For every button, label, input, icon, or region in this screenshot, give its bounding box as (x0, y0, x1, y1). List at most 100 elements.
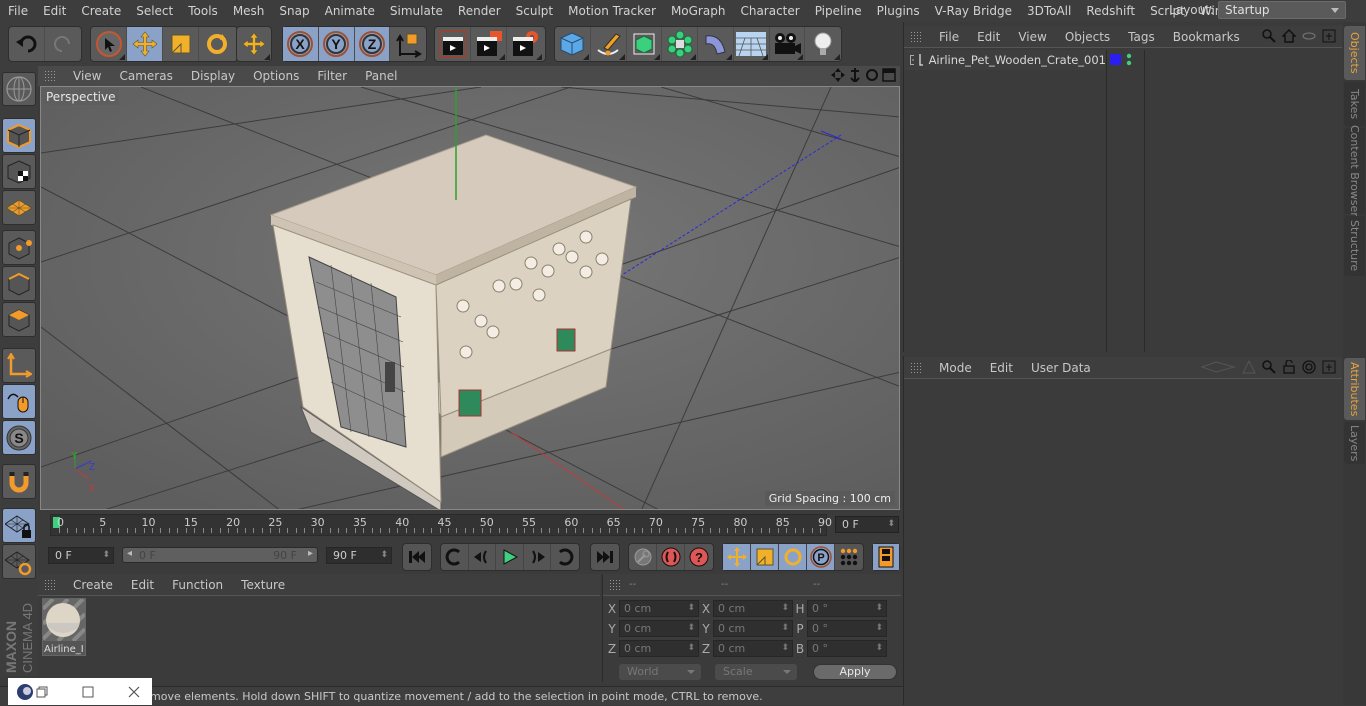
range-right-arrow-icon[interactable]: ▸ (308, 548, 313, 559)
object-row[interactable]: 0 Airline_Pet_Wooden_Crate_001 (904, 50, 1106, 70)
rotate-tool-button[interactable] (199, 27, 235, 61)
coordinate-mode-dropdown[interactable]: World (619, 664, 701, 680)
expand-icon[interactable] (910, 55, 914, 65)
menu-mesh[interactable]: Mesh (225, 4, 272, 18)
back-forward-icon[interactable] (1200, 360, 1236, 374)
pan-view-icon[interactable] (831, 68, 845, 82)
panel-grip-icon[interactable] (609, 578, 621, 591)
menu-create[interactable]: Create (73, 4, 128, 18)
next-keyframe-button[interactable] (551, 544, 579, 570)
tab-attributes[interactable]: Attributes (1344, 358, 1365, 420)
apply-button[interactable]: Apply (813, 664, 897, 680)
live-selection-button[interactable] (91, 27, 127, 61)
menu-pipeline[interactable]: Pipeline (807, 4, 869, 18)
search-icon[interactable] (1262, 360, 1276, 374)
snapping-button[interactable] (2, 464, 36, 499)
start-frame-field[interactable]: 0 F (48, 547, 114, 564)
axis-mode-button[interactable] (2, 348, 36, 383)
up-arrow-icon[interactable] (1242, 360, 1256, 374)
restore-icon[interactable] (36, 686, 48, 698)
menu-tools[interactable]: Tools (180, 4, 225, 18)
coordinate-system-button[interactable] (390, 27, 426, 61)
tab-layers[interactable]: Layers (1344, 422, 1365, 464)
new-panel-icon[interactable] (1322, 360, 1336, 374)
bend-deformer-button[interactable] (698, 27, 734, 61)
menu-render[interactable]: Render (450, 4, 508, 18)
lock-icon[interactable] (1282, 360, 1296, 374)
undo-button[interactable] (9, 27, 45, 61)
menu-snap[interactable]: Snap (271, 4, 316, 18)
menu-3dtoall[interactable]: 3DToAll (1019, 4, 1078, 18)
menu-simulate[interactable]: Simulate (382, 4, 450, 18)
target-icon[interactable] (1302, 360, 1316, 374)
workplane-lock-button[interactable] (2, 508, 36, 543)
key-pla-button[interactable] (835, 544, 863, 570)
pos-y-field[interactable]: 0 cm (619, 620, 699, 637)
texture-mode-button[interactable] (2, 154, 36, 189)
panel-grip-icon[interactable] (910, 30, 922, 43)
search-icon[interactable] (1262, 29, 1276, 43)
frame-range-slider[interactable]: ◂ 0 F 90 F ▸ (122, 547, 318, 563)
link-icon[interactable] (1302, 29, 1316, 43)
timeline-window-button[interactable] (873, 544, 899, 570)
viewport-menu-view[interactable]: View (64, 69, 110, 83)
menu-motion-tracker[interactable]: Motion Tracker (560, 4, 663, 18)
rot-b-field[interactable]: 0 ° (807, 640, 887, 657)
key-scale-button[interactable] (751, 544, 779, 570)
x-axis-lock-button[interactable]: X (283, 27, 319, 61)
panel-grip-icon[interactable] (910, 361, 922, 374)
zoom-view-icon[interactable] (848, 68, 862, 82)
light-button[interactable] (805, 27, 841, 61)
end-frame-field[interactable]: 90 F (326, 547, 392, 564)
workplane-mode-button[interactable] (2, 190, 36, 225)
objects-menu-tags[interactable]: Tags (1119, 30, 1164, 44)
floor-button[interactable] (734, 27, 770, 61)
recent-tool-button[interactable] (237, 27, 271, 61)
viewport-menu-panel[interactable]: Panel (356, 69, 406, 83)
material-swatch[interactable]: Airline_I (41, 597, 87, 656)
edges-mode-button[interactable] (2, 266, 36, 301)
layer-color-swatch[interactable] (1110, 54, 1121, 65)
material-menu-edit[interactable]: Edit (122, 578, 163, 592)
new-panel-icon[interactable] (1322, 29, 1336, 43)
cube-button[interactable] (555, 27, 591, 61)
menu-animate[interactable]: Animate (317, 4, 382, 18)
solo-mode-button[interactable]: S (2, 420, 36, 455)
attribute-menu-edit[interactable]: Edit (981, 361, 1022, 375)
render-settings-button[interactable] (507, 27, 543, 61)
object-name[interactable]: Airline_Pet_Wooden_Crate_001 (929, 53, 1106, 67)
model-mode-button[interactable] (2, 118, 36, 153)
tab-takes[interactable]: Takes (1344, 82, 1365, 126)
viewport-menu-options[interactable]: Options (244, 69, 308, 83)
go-to-start-button[interactable] (403, 544, 431, 570)
home-icon[interactable] (1282, 29, 1296, 43)
menu-redshift[interactable]: Redshift (1078, 4, 1142, 18)
y-axis-lock-button[interactable]: Y (318, 27, 355, 61)
next-frame-button[interactable] (524, 544, 552, 570)
layout-dropdown[interactable]: Startup (1218, 1, 1346, 19)
key-rotation-button[interactable] (779, 544, 807, 570)
rot-p-field[interactable]: 0 ° (807, 620, 887, 637)
key-parameter-button[interactable]: P (807, 544, 835, 570)
objects-menu-view[interactable]: View (1009, 30, 1055, 44)
play-button[interactable] (496, 544, 524, 570)
viewport-menu-filter[interactable]: Filter (308, 69, 356, 83)
pos-z-field[interactable]: 0 cm (619, 640, 699, 657)
z-axis-lock-button[interactable]: Z (354, 27, 391, 61)
previous-keyframe-button[interactable] (441, 544, 469, 570)
scale-tool-button[interactable] (163, 27, 199, 61)
viewport-menu-cameras[interactable]: Cameras (110, 69, 181, 83)
pen-spline-button[interactable] (591, 27, 627, 61)
rotate-view-icon[interactable] (865, 68, 879, 82)
pos-x-field[interactable]: 0 cm (619, 600, 699, 617)
current-frame-field[interactable]: 0 F (835, 516, 899, 533)
maximize-icon[interactable] (82, 686, 94, 698)
cloner-button[interactable] (662, 27, 698, 61)
camera-button[interactable] (770, 27, 806, 61)
panel-grip-icon[interactable] (44, 70, 56, 82)
rot-h-field[interactable]: 0 ° (807, 600, 887, 617)
menu-character[interactable]: Character (732, 4, 806, 18)
timeline-ruler[interactable]: 0 5 10 15 20 25 30 35 40 45 50 55 60 65 70 75 80 85 90 (50, 514, 832, 536)
render-view-button[interactable] (435, 27, 471, 61)
make-editable-button[interactable] (2, 72, 36, 106)
